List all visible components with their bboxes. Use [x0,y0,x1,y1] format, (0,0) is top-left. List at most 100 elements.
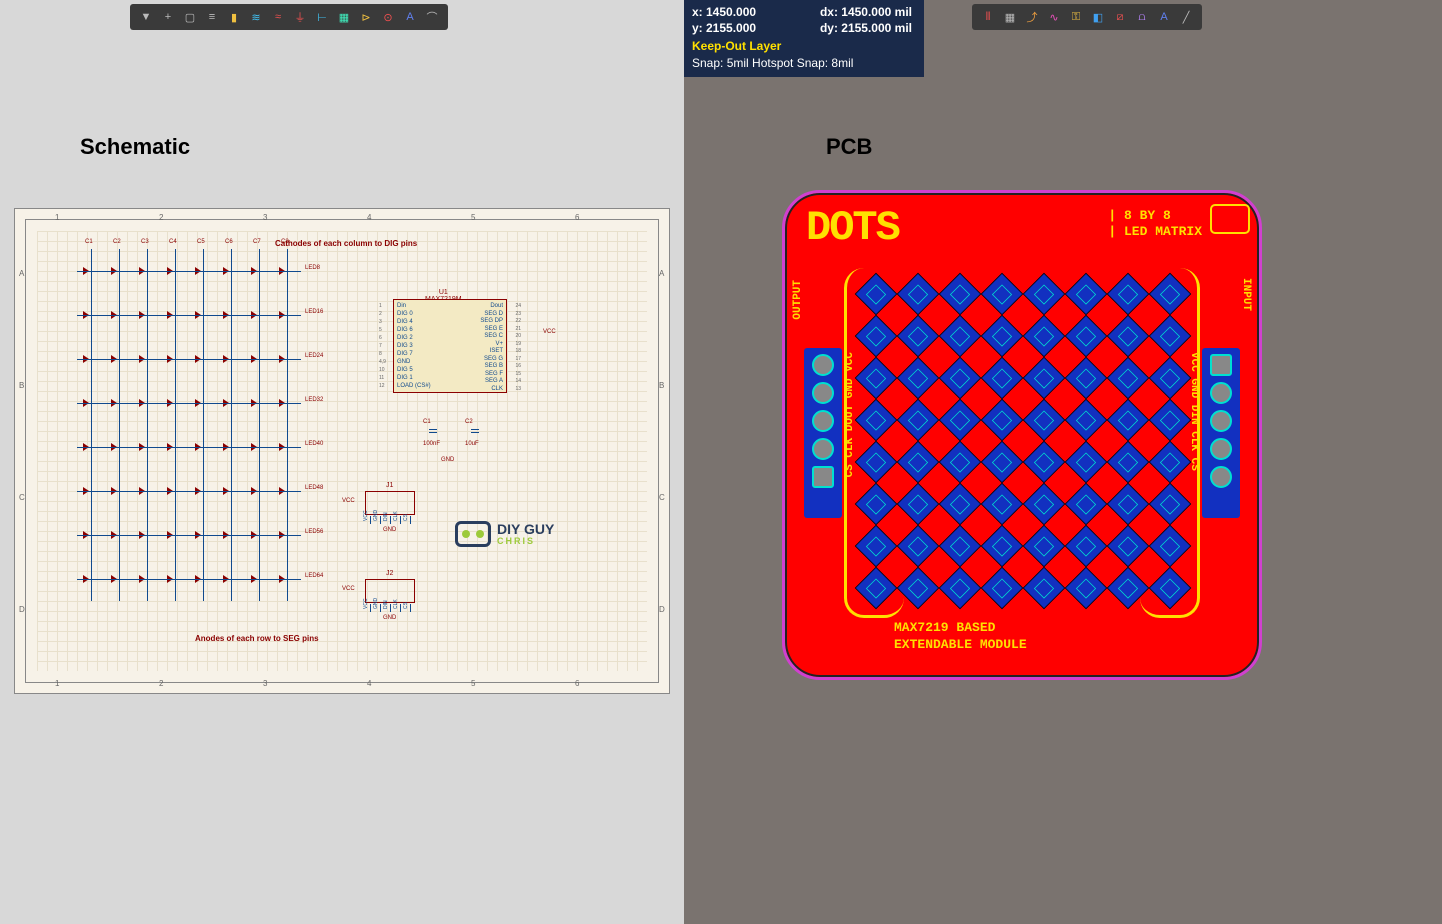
tb-text-icon[interactable]: A [400,7,420,27]
led-col-label: C7 [253,239,261,245]
coord-snap: Snap: 5mil Hotspot Snap: 8mil [692,55,912,71]
ruler-col: 6 [575,679,579,688]
ruler-col: 3 [263,213,267,222]
ruler-row: A [659,269,664,278]
led-device [77,293,105,337]
tb-place-icon[interactable]: + [158,7,178,27]
led-device [133,381,161,425]
led-device [245,249,273,293]
tb-dim-icon[interactable]: ◧ [1088,7,1108,27]
pcb-trace-left [844,268,904,618]
led-device [217,337,245,381]
tb-route-icon[interactable]: ⤴ [1022,7,1042,27]
led-device [217,557,245,601]
ruler-row: B [659,381,664,390]
schematic-note-bottom: Anodes of each row to SEG pins [195,634,319,643]
tb-wire-icon[interactable]: ≈ [268,7,288,27]
pcb-led-pad [1065,399,1107,441]
schematic-heading: Schematic [80,134,190,160]
led-col-label: C3 [141,239,149,245]
tb-layers-icon[interactable]: ⫴ [978,7,998,27]
tb-arc-icon[interactable]: ⌒ [422,7,442,27]
pcb-heading: PCB [826,134,872,160]
tb-bus-icon[interactable]: ▦ [334,7,354,27]
led-device [133,513,161,557]
led-device [273,381,301,425]
led-device [161,557,189,601]
led-row-label: LED56 [305,529,323,573]
ruler-col: 4 [367,213,371,222]
led-device [105,557,133,601]
coordinate-panel: x: 1450.000 dx: 1450.000 mil y: 2155.000… [684,0,924,77]
led-device [245,381,273,425]
cap-c1: C1 100nF [423,419,443,449]
pcb-footer: MAX7219 BASED EXTENDABLE MODULE [894,620,1027,654]
led-row-label: LED8 [305,265,320,309]
pcb-led-pad [939,567,981,609]
tb-line-icon[interactable]: ╱ [1176,7,1196,27]
led-device [273,293,301,337]
pcb-led-pad [981,357,1023,399]
led-device [245,469,273,513]
tb-select-icon[interactable]: ▢ [180,7,200,27]
tb-align-icon[interactable]: ≡ [202,7,222,27]
tb-text-icon[interactable]: A [1154,7,1174,27]
tb-key-icon[interactable]: ⚿ [1066,7,1086,27]
led-device [273,469,301,513]
pcb-led-pad [939,441,981,483]
led-device [77,557,105,601]
tb-comp-icon[interactable]: ▮ [224,7,244,27]
led-device [189,381,217,425]
ic-pin-right: SEG F [485,371,503,377]
schematic-canvas[interactable]: Cathodes of each column to DIG pins Anod… [14,208,670,694]
pcb-led-pad [1065,441,1107,483]
led-device [245,425,273,469]
led-device [133,469,161,513]
tb-gnd-icon[interactable]: ⏚ [290,7,310,27]
ruler-row: A [19,269,24,278]
led-device [217,293,245,337]
pcb-led-pad [1065,315,1107,357]
tb-measure-icon[interactable]: ⊢ [312,7,332,27]
schematic-toolbar: ▼ + ▢ ≡ ▮ ≋ ≈ ⏚ ⊢ ▦ ⊳ ⊙ A ⌒ [130,4,448,30]
pcb-pane[interactable]: x: 1450.000 dx: 1450.000 mil y: 2155.000… [684,0,1442,924]
led-device [245,293,273,337]
led-device [273,557,301,601]
ic-pin-left: DIG 0 [397,311,413,317]
led-device [245,337,273,381]
tb-split-icon[interactable]: ⧄ [1110,7,1130,27]
led-device [217,381,245,425]
ruler-col: 4 [367,679,371,688]
tb-port-icon[interactable]: ⊳ [356,7,376,27]
schematic-pane[interactable]: ▼ + ▢ ≡ ▮ ≋ ≈ ⏚ ⊢ ▦ ⊳ ⊙ A ⌒ Schematic Ca… [0,0,684,924]
ic-pin-left: DIG 5 [397,367,413,373]
led-device [77,425,105,469]
ruler-col: 6 [575,213,579,222]
pcb-led-pad [981,399,1023,441]
pcb-led-pad [981,525,1023,567]
coord-x: x: 1450.000 [692,4,756,20]
tb-warn-icon[interactable]: ⊙ [378,7,398,27]
led-device [133,557,161,601]
pcb-toolbar: ⫴ ▦ ⤴ ∿ ⚿ ◧ ⧄ ⩍ A ╱ [972,4,1202,30]
ic-u1: U1MAX7219M Din1DIG 02DIG 43DIG 65DIG 26D… [375,291,525,395]
pcb-led-pad [1023,273,1065,315]
pcb-connector-left [804,348,842,518]
led-col-label: C2 [113,239,121,245]
ruler-col: 2 [159,679,163,688]
ic-pin-right: SEG A [485,378,503,384]
led-device [133,293,161,337]
tb-box-icon[interactable]: ⩍ [1132,7,1152,27]
tb-filter-icon[interactable]: ▼ [136,7,156,27]
led-device [161,513,189,557]
ruler-col: 3 [263,679,267,688]
header-j2: J2 VCCGNDDINCLKCSVCC [365,579,415,603]
tb-net-icon[interactable]: ≋ [246,7,266,27]
tb-via-icon[interactable]: ∿ [1044,7,1064,27]
pcb-canvas[interactable]: DOTS | 8 BY 8 | LED MATRIX OUTPUT INPUT … [782,190,1262,680]
pcb-led-pad [1065,525,1107,567]
tb-comp-icon[interactable]: ▦ [1000,7,1020,27]
led-device [189,469,217,513]
ruler-col: 5 [471,679,475,688]
pcb-led-pad [1023,567,1065,609]
